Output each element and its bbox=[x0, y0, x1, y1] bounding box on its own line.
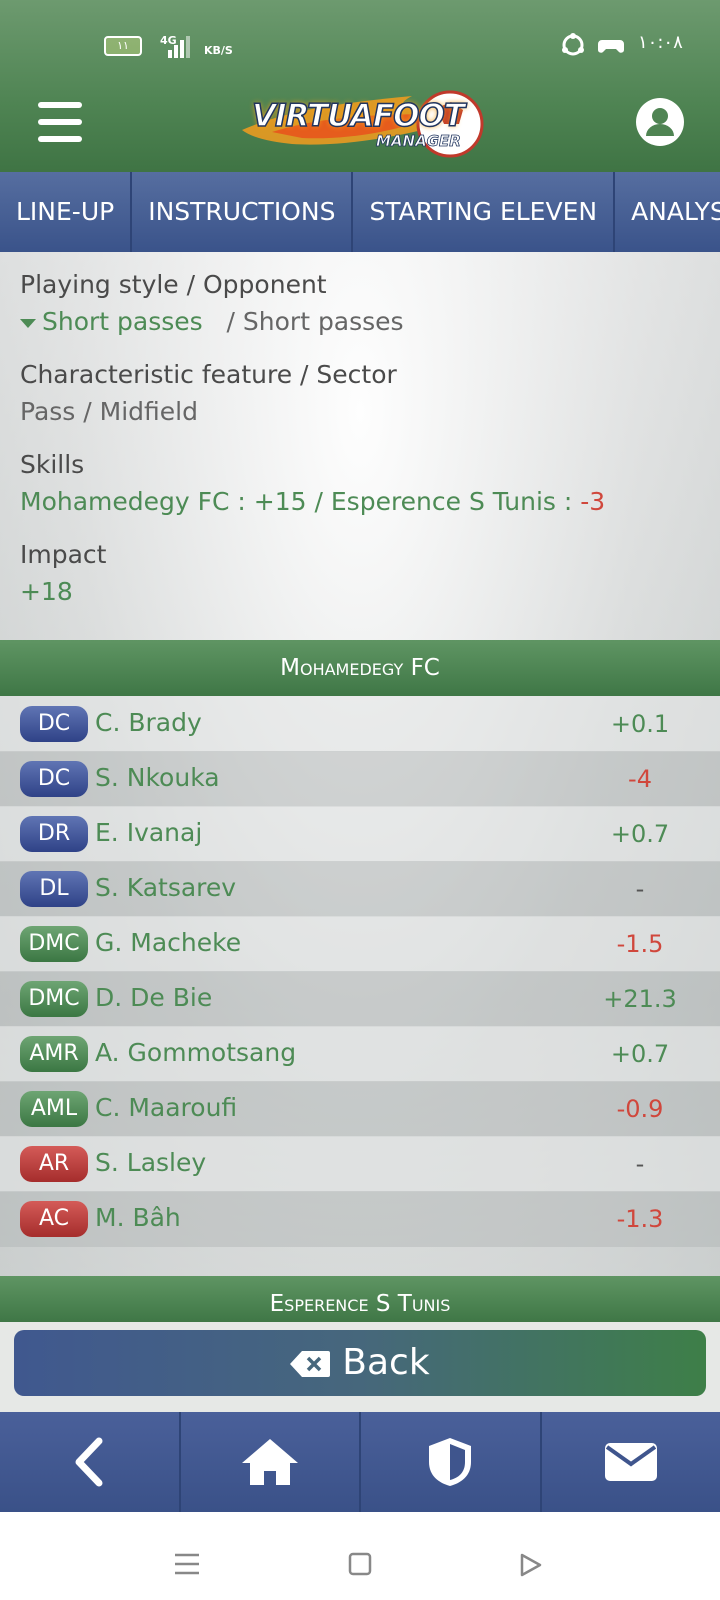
impact-value: +18 bbox=[20, 577, 73, 606]
player-impact-value: +0.1 bbox=[610, 710, 670, 738]
position-badge: DL bbox=[20, 871, 88, 907]
player-name[interactable]: G. Macheke bbox=[95, 928, 241, 957]
clock: ١٠:٠٨ bbox=[638, 32, 683, 53]
characteristic-label: Characteristic feature / Sector bbox=[20, 360, 397, 389]
opponent-playing-style: / Short passes bbox=[226, 307, 404, 336]
player-row[interactable]: DMC G. Macheke -1.5 bbox=[0, 916, 720, 972]
player-name[interactable]: C. Brady bbox=[95, 708, 202, 737]
position-badge: DC bbox=[20, 761, 88, 797]
chevron-left-icon bbox=[75, 1437, 103, 1487]
player-name[interactable]: A. Gommotsang bbox=[95, 1038, 296, 1067]
player-impact-value: - bbox=[635, 875, 645, 903]
player-row[interactable]: AC M. Bâh -1.3 bbox=[0, 1191, 720, 1247]
back-triangle-icon[interactable] bbox=[518, 1552, 544, 1578]
signal-icon: 4G bbox=[154, 34, 190, 58]
tab-analysis[interactable]: ANALYSIS bbox=[615, 172, 720, 252]
skills-section: Skills Mohamedegy FC : +15 / Esperence S… bbox=[20, 450, 606, 516]
backspace-icon bbox=[290, 1351, 331, 1377]
player-row[interactable]: DMC D. De Bie +21.3 bbox=[0, 971, 720, 1027]
logo-subtext: MANAGER bbox=[376, 132, 462, 151]
player-impact-value: +21.3 bbox=[603, 985, 677, 1013]
skills-team2-value: -3 bbox=[580, 487, 606, 516]
position-badge: DR bbox=[20, 816, 88, 852]
nav-messages[interactable] bbox=[542, 1412, 720, 1512]
status-bar: ١١ 4G KB/S ١٠:٠٨ bbox=[0, 0, 720, 80]
caret-down-icon bbox=[20, 318, 36, 328]
bottom-nav bbox=[0, 1412, 720, 1512]
skills-label: Skills bbox=[20, 450, 85, 479]
player-impact-value: -1.3 bbox=[616, 1205, 664, 1233]
player-name[interactable]: S. Katsarev bbox=[95, 873, 236, 902]
tab-starting-eleven[interactable]: STARTING ELEVEN bbox=[353, 172, 616, 252]
player-impact-value: -4 bbox=[628, 765, 652, 793]
tab-instructions[interactable]: INSTRUCTIONS bbox=[132, 172, 354, 252]
player-impact-value: -1.5 bbox=[616, 930, 664, 958]
characteristic-value: Pass / Midfield bbox=[20, 397, 198, 426]
tab-bar: LINE-UP INSTRUCTIONS STARTING ELEVEN ANA… bbox=[0, 172, 720, 252]
skills-team2: Esperence S Tunis : bbox=[330, 487, 581, 516]
app-logo: VIRTUAFOOT MANAGER bbox=[232, 78, 492, 170]
mail-icon bbox=[604, 1443, 657, 1481]
player-name[interactable]: E. Ivanaj bbox=[95, 818, 202, 847]
sync-icon bbox=[562, 33, 584, 56]
playing-style-section: Playing style / Opponent Short passes / … bbox=[20, 270, 404, 336]
nav-club[interactable] bbox=[361, 1412, 542, 1512]
player-impact-value: -0.9 bbox=[616, 1095, 664, 1123]
home-icon bbox=[241, 1439, 298, 1485]
player-impact-value: - bbox=[635, 1150, 645, 1178]
player-row[interactable]: AML C. Maaroufi -0.9 bbox=[0, 1081, 720, 1137]
player-row[interactable]: DC S. Nkouka -4 bbox=[0, 751, 720, 807]
impact-label: Impact bbox=[20, 540, 107, 569]
user-profile-button[interactable] bbox=[636, 98, 684, 146]
player-impact-value: +0.7 bbox=[610, 1040, 670, 1068]
position-badge: AR bbox=[20, 1146, 88, 1182]
system-navigation-bar bbox=[0, 1512, 720, 1600]
own-playing-style-dropdown[interactable]: Short passes bbox=[20, 307, 203, 336]
gamepad-icon bbox=[598, 40, 624, 53]
player-row[interactable]: AMR A. Gommotsang +0.7 bbox=[0, 1026, 720, 1082]
player-name[interactable]: D. De Bie bbox=[95, 983, 212, 1012]
team1-header: Mohamedegy FC bbox=[0, 640, 720, 696]
tab-line-up[interactable]: LINE-UP bbox=[0, 172, 133, 252]
player-row[interactable]: AR S. Lasley - bbox=[0, 1136, 720, 1192]
position-badge: DC bbox=[20, 706, 88, 742]
back-button[interactable]: Back bbox=[14, 1330, 706, 1396]
speed-unit: KB/S bbox=[204, 44, 233, 57]
analysis-content: Playing style / Opponent Short passes / … bbox=[0, 252, 720, 1322]
app-header: ١١ 4G KB/S ١٠:٠٨ VIRTUAFOOT MANAGER bbox=[0, 0, 720, 172]
team2-header: Esperence S Tunis bbox=[0, 1276, 720, 1322]
menu-icon[interactable] bbox=[38, 102, 82, 142]
position-badge: DMC bbox=[20, 926, 88, 962]
position-badge: AC bbox=[20, 1201, 88, 1237]
skills-team1: Mohamedegy FC : +15 bbox=[20, 487, 307, 516]
home-square-icon[interactable] bbox=[348, 1552, 372, 1576]
position-badge: DMC bbox=[20, 981, 88, 1017]
player-row[interactable]: DC C. Brady +0.1 bbox=[0, 696, 720, 752]
player-name[interactable]: C. Maaroufi bbox=[95, 1093, 237, 1122]
shield-icon bbox=[429, 1438, 472, 1486]
player-name[interactable]: M. Bâh bbox=[95, 1203, 181, 1232]
player-row[interactable]: DR E. Ivanaj +0.7 bbox=[0, 806, 720, 862]
logo-text: VIRTUAFOOT bbox=[251, 97, 465, 135]
player-name[interactable]: S. Nkouka bbox=[95, 763, 220, 792]
nav-back[interactable] bbox=[0, 1412, 181, 1512]
impact-section: Impact +18 bbox=[20, 540, 106, 606]
back-button-label: Back bbox=[342, 1342, 430, 1383]
player-name[interactable]: S. Lasley bbox=[95, 1148, 206, 1177]
player-row[interactable]: DL S. Katsarev - bbox=[0, 861, 720, 917]
user-icon bbox=[646, 108, 674, 136]
position-badge: AML bbox=[20, 1091, 88, 1127]
battery-icon: ١١ bbox=[104, 36, 142, 56]
characteristic-section: Characteristic feature / Sector Pass / M… bbox=[20, 360, 397, 426]
nav-home[interactable] bbox=[181, 1412, 361, 1512]
position-badge: AMR bbox=[20, 1036, 88, 1072]
recents-icon[interactable] bbox=[174, 1552, 200, 1576]
playing-style-label: Playing style / Opponent bbox=[20, 270, 327, 299]
player-impact-value: +0.7 bbox=[610, 820, 670, 848]
